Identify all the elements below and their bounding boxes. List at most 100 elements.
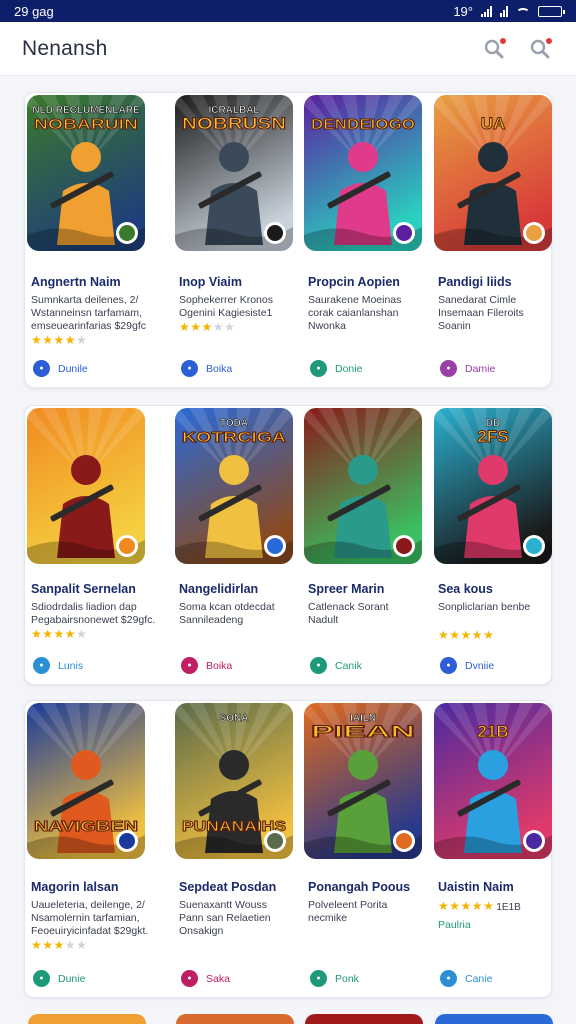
character-head: [348, 455, 378, 485]
star-icon: ★: [449, 899, 461, 913]
game-card[interactable]: Sanpalit Sernelan Sdiodrdalis liadion dap…: [27, 408, 155, 684]
genre-badge-inner: [119, 538, 135, 554]
game-action-button[interactable]: ● Damie: [440, 360, 495, 377]
game-card[interactable]: NLD RECLUMENLARE NOBARUIN Angnertn Naim Sum…: [27, 95, 149, 387]
game-thumbnail[interactable]: 21B: [434, 703, 552, 859]
game-thumbnail[interactable]: SONA PUNANAIHS: [175, 703, 293, 859]
game-art: NLD RECLUMENLARENOBARUIN: [27, 95, 145, 251]
game-thumbnail[interactable]: [27, 408, 145, 564]
star-rating: ★★★★★: [31, 627, 87, 641]
game-action-button[interactable]: ● Ponk: [310, 970, 359, 987]
signal-icon: [481, 5, 492, 17]
star-icon: ★: [471, 899, 484, 913]
game-action-button[interactable]: ● Dvniie: [440, 657, 494, 674]
character-head: [478, 750, 508, 780]
character-head: [219, 455, 249, 485]
next-row-thumbnail-peek: [28, 1014, 146, 1024]
game-description-line: Sumnkarta deilenes, 2/: [31, 294, 139, 306]
star-icon: ★: [76, 938, 88, 952]
action-icon: ●: [181, 360, 198, 377]
game-title[interactable]: Inop Viaim: [179, 275, 242, 289]
game-card[interactable]: IAILN PIEAN Ponangah Poous Polveleent Porit…: [304, 703, 426, 997]
next-row-thumbnail-peek: [176, 1014, 294, 1024]
action-icon: ●: [33, 657, 50, 674]
next-row-thumbnail-peek: [435, 1014, 553, 1024]
game-thumbnail[interactable]: UA: [434, 95, 552, 251]
game-thumbnail[interactable]: [304, 408, 422, 564]
art-title: KOTRCIGA: [182, 429, 286, 446]
game-action-button[interactable]: ● Canik: [310, 657, 362, 674]
character-head: [478, 455, 508, 485]
game-art: DD2FS: [434, 408, 552, 564]
game-card[interactable]: DD 2FS Sea kous Sonpliclarian benbe ★★★★★ ● Dv…: [434, 408, 556, 684]
game-title[interactable]: Ponangah Poous: [308, 880, 410, 894]
genre-badge-inner: [396, 833, 412, 849]
game-action-button[interactable]: ● Donie: [310, 360, 362, 377]
game-title[interactable]: Nangelidirlan: [179, 582, 258, 596]
game-action-button[interactable]: ● Boika: [181, 360, 232, 377]
game-thumbnail[interactable]: DENDEIOGO: [304, 95, 422, 251]
game-art: TODAKOTRCIGA: [175, 408, 293, 564]
genre-badge-inner: [119, 833, 135, 849]
game-action-button[interactable]: ● Boika: [181, 657, 232, 674]
game-title[interactable]: Uaistin Naim: [438, 880, 514, 894]
game-card[interactable]: NAVIGBEN Magorin lalsan Uaueleteria, deile…: [27, 703, 149, 997]
search-alt-button[interactable]: [526, 35, 554, 63]
star-icon: ★: [64, 627, 77, 641]
game-title[interactable]: Angnertn Naim: [31, 275, 121, 289]
wifi-icon: [516, 8, 530, 18]
star-icon: ★: [471, 628, 484, 642]
game-thumbnail[interactable]: IAILN PIEAN: [304, 703, 422, 859]
game-card[interactable]: UA Pandigi liids Sanedarat Cimle Insemaan F…: [434, 95, 556, 387]
action-label: Canik: [335, 659, 362, 672]
game-action-button[interactable]: ● Saka: [181, 970, 230, 987]
game-card[interactable]: SONA PUNANAIHS Sepdeat Posdan Suenaxantt Wo…: [175, 703, 297, 997]
game-card[interactable]: ICRALBAL NOBRUSN Inop Viaim Sophekerrer Kro…: [175, 95, 297, 387]
action-label: Dunie: [58, 972, 86, 985]
game-thumbnail[interactable]: DD 2FS: [434, 408, 552, 564]
star-rating: ★★★★★: [438, 628, 494, 642]
game-thumbnail[interactable]: ICRALBAL NOBRUSN: [175, 95, 293, 251]
status-indicators: 19°: [453, 3, 565, 19]
game-card[interactable]: 21B Uaistin Naim ★★★★★ 1E1B Paulria ● Canie: [434, 703, 556, 997]
notification-dot: [499, 36, 507, 45]
game-title[interactable]: Sea kous: [438, 582, 493, 596]
search-button[interactable]: [480, 35, 508, 63]
game-action-button[interactable]: ● Canie: [440, 970, 492, 987]
game-card[interactable]: TODA KOTRCIGA Nangelidirlan Soma kcan otdec…: [175, 408, 297, 684]
game-thumbnail[interactable]: NAVIGBEN: [27, 703, 145, 859]
game-description-line: Onsakign: [179, 925, 224, 937]
star-icon: ★: [31, 333, 43, 347]
game-thumbnail[interactable]: NLD RECLUMENLARE NOBARUIN: [27, 95, 145, 251]
game-action-button[interactable]: ● Lunis: [33, 657, 83, 674]
game-description-line: Polveleent Porita: [308, 899, 388, 911]
status-temp: 19°: [453, 3, 473, 19]
game-title[interactable]: Pandigi liids: [438, 275, 512, 289]
art-subtitle: TODA: [220, 418, 248, 429]
character-head: [219, 142, 249, 172]
game-description-line: Nadult: [308, 614, 339, 626]
game-thumbnail[interactable]: TODA KOTRCIGA: [175, 408, 293, 564]
art-title: NOBARUIN: [34, 116, 138, 133]
game-art: [304, 408, 422, 564]
game-description-line: Catlenack Sorant: [308, 601, 389, 613]
game-title[interactable]: Sanpalit Sernelan: [31, 582, 136, 596]
game-description-line: Sophekerrer Kronos: [179, 294, 273, 306]
game-card[interactable]: Spreer Marin Catlenack Sorant Nadult ● Canik: [304, 408, 426, 684]
game-card[interactable]: DENDEIOGO Propcin Aopien Saurakene Moeinas…: [304, 95, 426, 387]
game-title[interactable]: Magorin lalsan: [31, 880, 119, 894]
star-icon: ★: [460, 628, 472, 642]
game-action-button[interactable]: ● Dunile: [33, 360, 88, 377]
game-title[interactable]: Spreer Marin: [308, 582, 384, 596]
star-icon: ★: [449, 628, 461, 642]
star-icon: ★: [483, 628, 495, 642]
game-title[interactable]: Sepdeat Posdan: [179, 880, 276, 894]
character-head: [71, 142, 101, 172]
game-action-button[interactable]: ● Dunie: [33, 970, 85, 987]
game-description-line: Soma kcan otdecdat: [179, 601, 275, 613]
game-title[interactable]: Propcin Aopien: [308, 275, 400, 289]
character-head: [71, 750, 101, 780]
action-icon: ●: [310, 970, 327, 987]
game-row-panel: Sanpalit Sernelan Sdiodrdalis liadion dap…: [24, 405, 552, 685]
star-icon: ★: [31, 938, 43, 952]
